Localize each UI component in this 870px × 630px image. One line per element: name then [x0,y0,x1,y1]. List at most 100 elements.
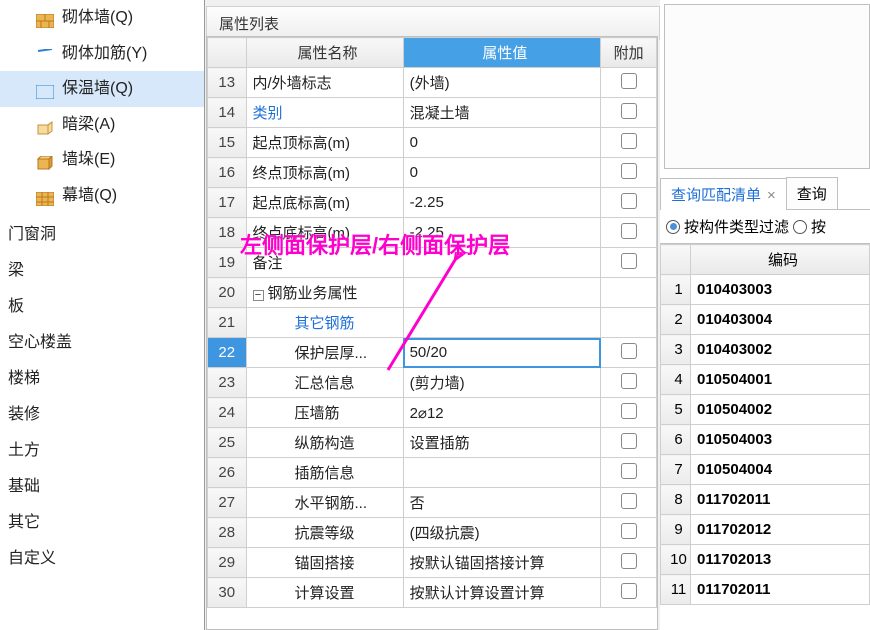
prop-name-cell[interactable]: 抗震等级 [246,518,403,548]
checkbox[interactable] [621,583,637,599]
prop-extra-cell[interactable] [601,188,657,218]
checkbox[interactable] [621,373,637,389]
prop-value-cell[interactable]: (外墙) [403,68,601,98]
property-row[interactable]: 14类别混凝土墙 [208,98,657,128]
prop-value-cell[interactable]: 否 [403,488,601,518]
prop-name-cell[interactable]: 起点顶标高(m) [246,128,403,158]
code-row[interactable]: 11011702011 [661,575,870,605]
close-icon[interactable]: × [767,187,776,204]
prop-extra-cell[interactable] [601,158,657,188]
sidebar-category[interactable]: 装修 [0,394,204,430]
checkbox[interactable] [621,223,637,239]
property-row[interactable]: 15起点顶标高(m)0 [208,128,657,158]
sidebar-category[interactable]: 空心楼盖 [0,322,204,358]
sidebar-category[interactable]: 楼梯 [0,358,204,394]
sidebar-category[interactable]: 板 [0,286,204,322]
prop-extra-cell[interactable] [601,488,657,518]
checkbox[interactable] [621,553,637,569]
property-row[interactable]: 17起点底标高(m)-2.25 [208,188,657,218]
prop-extra-cell[interactable] [601,278,657,308]
sidebar-item[interactable]: 保温墙(Q) [0,71,204,107]
sidebar-category[interactable]: 基础 [0,466,204,502]
checkbox[interactable] [621,253,637,269]
prop-value-cell[interactable] [403,458,601,488]
checkbox[interactable] [621,523,637,539]
prop-extra-cell[interactable] [601,398,657,428]
prop-name-cell[interactable]: 类别 [246,98,403,128]
col-header-extra[interactable]: 附加 [601,38,657,68]
property-row[interactable]: 13内/外墙标志(外墙) [208,68,657,98]
prop-extra-cell[interactable] [601,308,657,338]
prop-value-cell[interactable] [403,278,601,308]
property-row[interactable]: 22保护层厚...50/20 [208,338,657,368]
col-header-code[interactable]: 编码 [691,245,870,275]
prop-name-cell[interactable]: −钢筋业务属性 [246,278,403,308]
code-row[interactable]: 1010403003 [661,275,870,305]
property-row[interactable]: 16终点顶标高(m)0 [208,158,657,188]
prop-name-cell[interactable]: 纵筋构造 [246,428,403,458]
sidebar-category[interactable]: 门窗洞 [0,214,204,250]
query-tab[interactable]: 查询 [786,177,838,209]
prop-value-cell[interactable]: 按默认锚固搭接计算 [403,548,601,578]
query-tab[interactable]: 查询匹配清单× [660,178,787,210]
checkbox[interactable] [621,343,637,359]
prop-value-cell[interactable]: 混凝土墙 [403,98,601,128]
property-row[interactable]: 28抗震等级(四级抗震) [208,518,657,548]
code-row[interactable]: 10011702013 [661,545,870,575]
prop-extra-cell[interactable] [601,248,657,278]
sidebar-item[interactable]: 砌体加筋(Y) [0,36,204,72]
checkbox[interactable] [621,493,637,509]
property-row[interactable]: 25纵筋构造设置插筋 [208,428,657,458]
prop-name-cell[interactable]: 计算设置 [246,578,403,608]
code-row[interactable]: 4010504001 [661,365,870,395]
checkbox[interactable] [621,403,637,419]
prop-value-cell[interactable]: 设置插筋 [403,428,601,458]
prop-extra-cell[interactable] [601,578,657,608]
prop-value-cell[interactable]: (四级抗震) [403,518,601,548]
checkbox[interactable] [621,193,637,209]
property-row[interactable]: 29锚固搭接按默认锚固搭接计算 [208,548,657,578]
prop-value-cell[interactable]: 0 [403,128,601,158]
checkbox[interactable] [621,73,637,89]
property-row[interactable]: 30计算设置按默认计算设置计算 [208,578,657,608]
code-row[interactable]: 3010403002 [661,335,870,365]
checkbox[interactable] [621,103,637,119]
sidebar-item[interactable]: 墙垛(E) [0,142,204,178]
prop-extra-cell[interactable] [601,548,657,578]
code-row[interactable]: 2010403004 [661,305,870,335]
code-row[interactable]: 5010504002 [661,395,870,425]
prop-extra-cell[interactable] [601,128,657,158]
prop-extra-cell[interactable] [601,428,657,458]
checkbox[interactable] [621,133,637,149]
prop-value-cell[interactable]: 按默认计算设置计算 [403,578,601,608]
prop-value-cell[interactable]: 2⌀12 [403,398,601,428]
sidebar-category[interactable]: 梁 [0,250,204,286]
prop-value-cell[interactable]: (剪力墙) [403,368,601,398]
code-row[interactable]: 6010504003 [661,425,870,455]
prop-name-cell[interactable]: 汇总信息 [246,368,403,398]
checkbox[interactable] [621,463,637,479]
sidebar-item[interactable]: 砌体墙(Q) [0,0,204,36]
collapse-icon[interactable]: − [253,290,264,301]
checkbox[interactable] [621,433,637,449]
prop-value-cell[interactable]: 0 [403,158,601,188]
prop-name-cell[interactable]: 终点顶标高(m) [246,158,403,188]
prop-extra-cell[interactable] [601,458,657,488]
property-row[interactable]: 24压墙筋2⌀12 [208,398,657,428]
sidebar-category[interactable]: 其它 [0,502,204,538]
col-header-value[interactable]: 属性值 [403,38,601,68]
prop-extra-cell[interactable] [601,68,657,98]
property-row[interactable]: 27水平钢筋...否 [208,488,657,518]
prop-name-cell[interactable]: 插筋信息 [246,458,403,488]
checkbox[interactable] [621,163,637,179]
prop-name-cell[interactable]: 锚固搭接 [246,548,403,578]
prop-extra-cell[interactable] [601,218,657,248]
prop-value-cell[interactable]: 50/20 [403,338,601,368]
code-row[interactable]: 7010504004 [661,455,870,485]
property-row[interactable]: 21其它钢筋 [208,308,657,338]
sidebar-category[interactable]: 土方 [0,430,204,466]
property-row[interactable]: 26插筋信息 [208,458,657,488]
prop-extra-cell[interactable] [601,338,657,368]
prop-name-cell[interactable]: 保护层厚... [246,338,403,368]
radio-button[interactable] [793,220,807,234]
